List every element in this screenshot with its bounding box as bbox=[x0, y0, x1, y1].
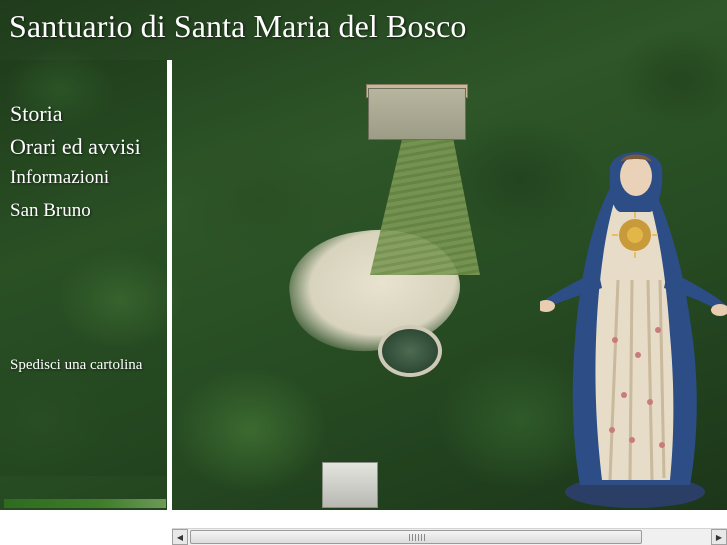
page-title: Santuario di Santa Maria del Bosco bbox=[9, 8, 467, 44]
grip-icon bbox=[409, 534, 425, 541]
main-nav: Storia Orari ed avvisi Informazioni San … bbox=[10, 101, 141, 233]
green-accent-bar bbox=[4, 499, 166, 508]
vertical-divider bbox=[167, 60, 172, 510]
nav-link-san-bruno[interactable]: San Bruno bbox=[10, 200, 141, 233]
horizontal-scrollbar[interactable]: ◀ ▶ bbox=[172, 528, 727, 545]
arrow-left-icon[interactable]: ◀ bbox=[172, 529, 188, 545]
church-building bbox=[368, 88, 466, 140]
small-building bbox=[322, 462, 378, 508]
nav-link-informazioni[interactable]: Informazioni bbox=[10, 167, 141, 200]
pond bbox=[378, 325, 442, 377]
arrow-right-icon[interactable]: ▶ bbox=[711, 529, 727, 545]
nav-link-orari-avvisi[interactable]: Orari ed avvisi bbox=[10, 134, 141, 167]
scroll-thumb[interactable] bbox=[190, 530, 642, 544]
nav-link-storia[interactable]: Storia bbox=[10, 101, 141, 134]
send-postcard-link[interactable]: Spedisci una cartolina bbox=[10, 357, 142, 374]
madonna-statue-image bbox=[540, 152, 727, 508]
